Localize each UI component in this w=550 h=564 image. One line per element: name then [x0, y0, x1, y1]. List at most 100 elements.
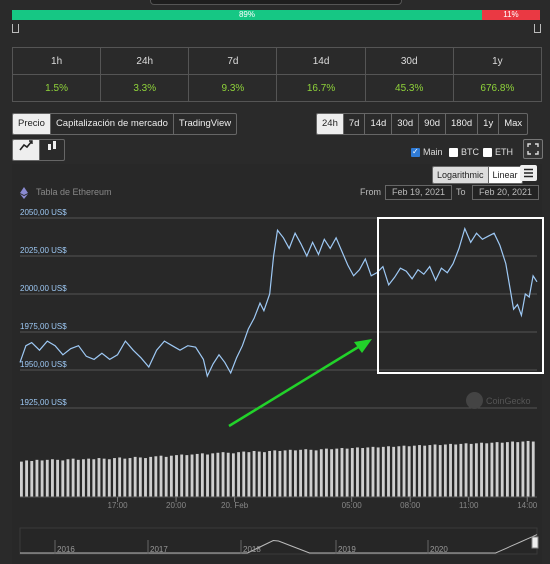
x-tick-label: 20:00 — [166, 501, 187, 510]
volume-bar — [464, 443, 468, 497]
volume-bar — [211, 453, 215, 497]
volume-bar — [366, 447, 370, 497]
volume-bar — [138, 457, 142, 497]
volume-bar — [330, 449, 334, 497]
volume-bar — [438, 445, 442, 497]
annotation-arrow-head — [354, 339, 372, 353]
volume-bar — [242, 451, 246, 497]
volume-bar — [262, 452, 266, 497]
volume-bar — [102, 458, 106, 497]
navigator-year-label: 2018 — [243, 545, 261, 554]
volume-bar — [113, 458, 116, 497]
volume-bar — [485, 443, 489, 497]
y-tick-label: 1975,00 US$ — [20, 322, 67, 331]
volume-bar — [474, 443, 478, 497]
volume-bar — [319, 449, 323, 497]
volume-bar — [516, 442, 520, 497]
volume-bar — [190, 454, 194, 497]
volume-bar — [350, 448, 354, 497]
volume-bar — [71, 458, 75, 497]
volume-bar — [221, 452, 225, 497]
volume-bar — [356, 447, 359, 497]
y-tick-label: 2000,00 US$ — [20, 284, 67, 293]
volume-bar — [82, 459, 85, 497]
volume-bar — [449, 443, 452, 497]
volume-bar — [314, 450, 318, 497]
volume-bar — [257, 451, 261, 497]
volume-bar — [133, 456, 137, 497]
volume-bar — [35, 459, 39, 497]
volume-bar — [412, 445, 416, 497]
volume-bar — [92, 459, 96, 497]
volume-bar — [325, 448, 328, 497]
volume-bar — [154, 456, 158, 497]
volume-bar — [123, 458, 127, 497]
x-tick-label: 20. Feb — [221, 501, 249, 510]
volume-bar — [268, 450, 272, 497]
volume-bar — [56, 459, 60, 497]
volume-bar — [387, 446, 390, 497]
volume-bar — [480, 442, 483, 497]
volume-bar — [200, 453, 204, 497]
volume-bar — [531, 441, 535, 497]
volume-bar — [20, 461, 23, 497]
y-tick-label: 2025,00 US$ — [20, 246, 67, 255]
volume-bar — [361, 448, 365, 497]
volume-bar — [164, 456, 168, 497]
coingecko-watermark: CoinGecko — [466, 392, 531, 409]
volume-bar — [407, 446, 411, 497]
volume-bar — [66, 459, 70, 497]
volume-bar — [273, 450, 277, 497]
navigator-year-label: 2020 — [430, 545, 448, 554]
volume-bar — [226, 452, 230, 497]
volume-bar — [252, 450, 256, 497]
navigator-year-label: 2016 — [57, 545, 75, 554]
volume-bar — [423, 445, 427, 497]
volume-bar — [433, 444, 437, 497]
volume-bar — [180, 454, 184, 497]
navigator-year-label: 2019 — [338, 545, 356, 554]
volume-bar — [526, 440, 530, 497]
y-tick-label: 2050,00 US$ — [20, 208, 67, 217]
volume-bar — [195, 453, 199, 497]
volume-bar — [294, 450, 297, 497]
navigator-year-label: 2017 — [150, 545, 168, 554]
volume-bar — [500, 442, 504, 497]
volume-bar — [371, 446, 375, 497]
volume-bar — [128, 458, 132, 497]
volume-bar — [469, 443, 473, 497]
volume-bar — [402, 445, 406, 497]
volume-bar — [206, 454, 209, 497]
volume-bar — [459, 443, 463, 497]
annotation-arrow-shaft — [228, 344, 361, 428]
volume-bar — [169, 455, 173, 497]
navigator-handle — [531, 536, 539, 549]
coingecko-label: CoinGecko — [486, 395, 531, 406]
volume-bar — [335, 448, 339, 497]
x-tick-label: 05:00 — [342, 501, 363, 510]
volume-bar — [278, 450, 282, 497]
y-tick-label: 1950,00 US$ — [20, 360, 67, 369]
volume-bar — [428, 445, 432, 497]
x-tick-label: 14:00 — [517, 501, 538, 510]
volume-bar — [97, 458, 101, 497]
volume-bar — [87, 458, 91, 497]
volume-bar — [309, 449, 313, 497]
x-tick-label: 17:00 — [108, 501, 129, 510]
volume-bar — [118, 457, 122, 497]
volume-bar — [45, 459, 49, 497]
volume-bar — [345, 448, 349, 497]
volume-bar — [454, 444, 458, 497]
volume-bar — [299, 449, 303, 497]
volume-bar — [30, 461, 34, 497]
volume-bar — [40, 460, 44, 497]
volume-bar — [149, 456, 153, 497]
volume-bar — [304, 449, 308, 497]
volume-bar — [443, 444, 447, 497]
volume-bar — [144, 458, 147, 497]
volume-bar — [521, 441, 525, 497]
volume-bar — [392, 446, 396, 497]
volume-bar — [490, 442, 494, 497]
x-tick-label: 08:00 — [400, 501, 421, 510]
volume-bar — [107, 459, 111, 497]
